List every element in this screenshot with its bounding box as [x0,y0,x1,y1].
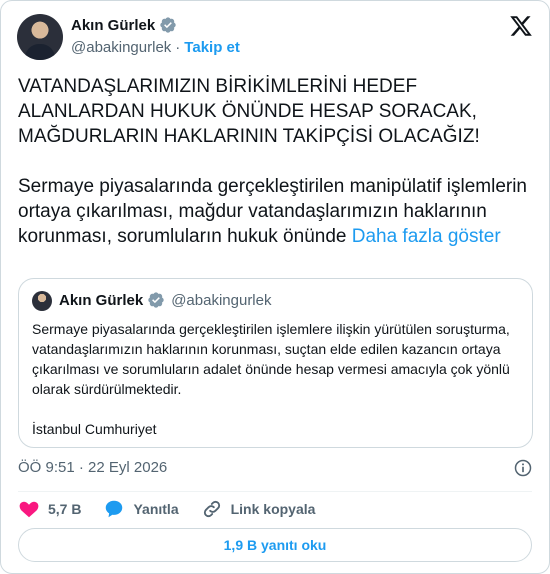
reply-bubble-icon [106,500,123,518]
tweet-paragraph-headline: VATANDAŞLARIMIZIN BİRİKİMLERİNİ HEDEF AL… [18,76,483,147]
tweet-paragraph-body: Sermaye piyasalarında gerçekleştirilen m… [18,174,533,249]
show-more-link[interactable]: Daha fazla göster [352,226,501,247]
separator-dot: · [175,39,181,56]
tweet-text: VATANDAŞLARIMIZIN BİRİKİMLERİNİ HEDEF AL… [18,74,533,249]
quoted-verified-badge-icon [148,292,164,308]
copy-link-label: Link kopyala [230,501,316,517]
link-icon [203,500,220,518]
quoted-body-text: Sermaye piyasalarında gerçekleştirilen i… [32,321,510,397]
like-button[interactable]: 5,7 B [18,498,81,520]
action-bar: 5,7 B Yanıtla Link kopyala [18,497,337,521]
like-count: 5,7 B [48,501,82,517]
quoted-body: Sermaye piyasalarında gerçekleştirilen i… [32,319,520,439]
reply-button[interactable]: Yanıtla [103,498,179,520]
x-logo-icon[interactable] [509,14,533,38]
tweet-card: Akın Gürlek @abakingurlek · Takip et VAT… [0,0,550,574]
follow-button[interactable]: Takip et [184,39,240,56]
author-handle-row: @abakingurlek · Takip et [71,39,240,56]
info-icon[interactable] [513,458,533,478]
divider [18,491,532,492]
quoted-tweet[interactable]: Akın Gürlek @abakingurlek Sermaye piyasa… [18,278,533,448]
reply-label: Yanıtla [133,501,179,517]
tweet-timestamp[interactable]: ÖÖ 9:51 · 22 Eyl 2026 [18,459,167,476]
copy-link-button[interactable]: Link kopyala [201,498,316,520]
quoted-author-name: Akın Gürlek [59,291,144,309]
quoted-body-footer: İstanbul Cumhuriyet [32,421,157,437]
quoted-author-handle: @abakingurlek [171,291,272,309]
quoted-avatar [32,291,52,311]
avatar[interactable] [17,14,63,60]
author-handle[interactable]: @abakingurlek [71,39,171,56]
quoted-header: Akın Gürlek @abakingurlek [59,291,272,309]
author-name[interactable]: Akın Gürlek [71,17,155,34]
verified-badge-icon [160,17,176,33]
tweet-header: Akın Gürlek @abakingurlek · Takip et [17,14,533,62]
read-replies-button[interactable]: 1,9 B yanıtı oku [18,528,532,562]
author-name-row: Akın Gürlek [71,16,177,34]
heart-icon [19,501,39,518]
